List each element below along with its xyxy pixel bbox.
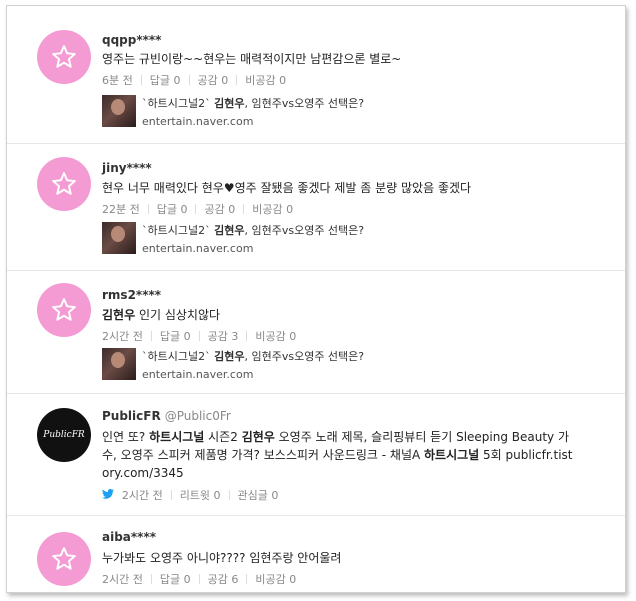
comment-meta: 2시간 전 답글 0 공감 6 비공감 0: [102, 571, 296, 587]
comment-item: jiny**** 현우 너무 매력있다 현우♥영주 잘됐음 좋겠다 제발 좀 분…: [7, 144, 625, 271]
article-link[interactable]: `하트시그널2` 김현우, 임현주vs오영주 선택은? entertain.na…: [102, 95, 364, 131]
tweet-meta: 2시간 전 리트윗 0 관심글 0: [102, 487, 278, 503]
dislike-button[interactable]: 비공감 0: [255, 330, 296, 343]
tweet-item: PublicFR PublicFR @Public0Fr 인연 또? 하트시그널 …: [7, 394, 625, 516]
favorite-button[interactable]: 관심글 0: [238, 489, 279, 502]
like-button[interactable]: 공감 3: [208, 330, 239, 343]
dislike-button[interactable]: 비공감 0: [255, 573, 296, 586]
article-domain: entertain.naver.com: [142, 242, 254, 255]
dislike-button[interactable]: 비공감 0: [245, 74, 286, 87]
tweet-author[interactable]: PublicFR @Public0Fr: [102, 409, 231, 423]
article-title[interactable]: `하트시그널2` 김현우, 임현주vs오영주 선택은?: [142, 348, 364, 366]
reply-button[interactable]: 답글 0: [150, 74, 181, 87]
avatar[interactable]: [37, 157, 91, 211]
star-icon: [52, 172, 76, 195]
article-domain: entertain.naver.com: [142, 368, 254, 381]
username[interactable]: aiba****: [102, 530, 156, 544]
avatar[interactable]: [37, 283, 91, 337]
username[interactable]: qqpp****: [102, 33, 161, 47]
star-icon: [52, 298, 76, 321]
comment-meta: 2시간 전 답글 0 공감 3 비공감 0: [102, 328, 296, 344]
username[interactable]: jiny****: [102, 161, 152, 175]
star-icon: [52, 45, 76, 68]
username[interactable]: rms2****: [102, 288, 161, 302]
publicfr-logo: PublicFR: [43, 430, 85, 440]
comment-item: qqpp**** 영주는 규빈이랑~~현우는 매력적이지만 남편감으론 별로~ …: [7, 6, 625, 144]
comment-meta: 22분 전 답글 0 공감 0 비공감 0: [102, 201, 293, 217]
article-link[interactable]: `하트시그널2` 김현우, 임현주vs오영주 선택은? entertain.na…: [102, 348, 364, 384]
like-button[interactable]: 공감 0: [204, 203, 235, 216]
tweet-link[interactable]: ory.com/3345: [102, 464, 602, 482]
avatar[interactable]: [37, 30, 91, 84]
timestamp: 2시간 전: [121, 489, 163, 502]
avatar[interactable]: PublicFR: [37, 408, 91, 462]
timestamp: 22분 전: [102, 203, 140, 216]
article-title[interactable]: `하트시그널2` 김현우, 임현주vs오영주 선택은?: [142, 222, 364, 240]
reply-button[interactable]: 답글 0: [160, 330, 191, 343]
reply-button[interactable]: 답글 0: [157, 203, 188, 216]
comment-meta: 6분 전 답글 0 공감 0 비공감 0: [102, 72, 286, 88]
article-thumbnail: [102, 222, 136, 254]
comment-text: 현우 너무 매력있다 현우♥영주 잘됐음 좋겠다 제발 좀 분량 많았음 좋겠다: [102, 181, 472, 195]
tweet-text: 인연 또? 하트시그널 시즌2 김현우 오영주 노래 제목, 슬리핑뷰티 듣기 …: [102, 428, 602, 482]
timestamp: 6분 전: [102, 74, 133, 87]
star-icon: [52, 547, 76, 570]
comment-text: 누가봐도 오영주 아니야???? 임현주랑 안어울려: [102, 551, 342, 565]
article-domain: entertain.naver.com: [142, 115, 254, 128]
article-title[interactable]: `하트시그널2` 김현우, 임현주vs오영주 선택은?: [142, 95, 364, 113]
retweet-button[interactable]: 리트윗 0: [180, 489, 221, 502]
article-thumbnail: [102, 348, 136, 380]
avatar[interactable]: [37, 532, 91, 586]
comment-text: 김현우 인기 심상치않다: [102, 308, 221, 322]
twitter-bird-icon: [102, 488, 118, 502]
like-button[interactable]: 공감 6: [208, 573, 239, 586]
article-thumbnail: [102, 95, 136, 127]
tweet-handle[interactable]: @Public0Fr: [165, 409, 231, 423]
timestamp: 2시간 전: [102, 573, 143, 586]
comment-item: rms2**** 김현우 인기 심상치않다 2시간 전 답글 0 공감 3 비공감 0…: [7, 271, 625, 394]
article-link[interactable]: `하트시그널2` 김현우, 임현주vs오영주 선택은? entertain.na…: [102, 222, 364, 258]
comment-item: aiba**** 누가봐도 오영주 아니야???? 임현주랑 안어울려 2시간 …: [7, 516, 625, 592]
comment-text: 영주는 규빈이랑~~현우는 매력적이지만 남편감으론 별로~: [102, 52, 402, 66]
timestamp: 2시간 전: [102, 330, 143, 343]
dislike-button[interactable]: 비공감 0: [252, 203, 293, 216]
comment-feed: qqpp**** 영주는 규빈이랑~~현우는 매력적이지만 남편감으론 별로~ …: [6, 5, 626, 593]
like-button[interactable]: 공감 0: [198, 74, 229, 87]
reply-button[interactable]: 답글 0: [160, 573, 191, 586]
